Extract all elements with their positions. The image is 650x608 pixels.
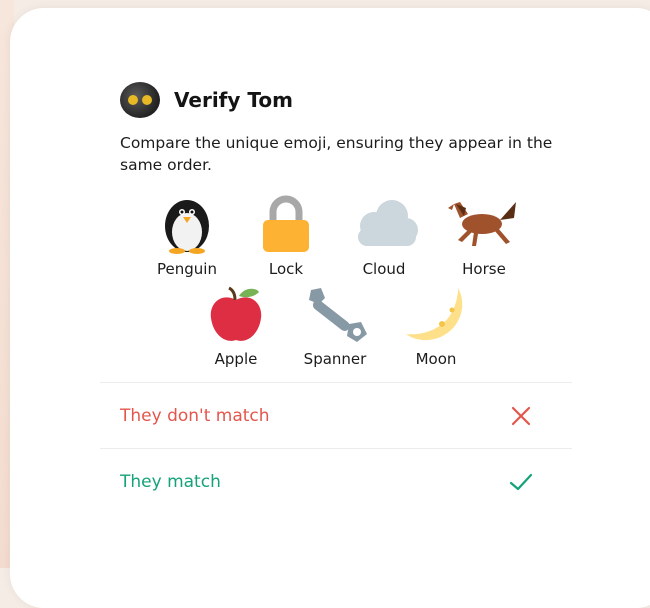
emoji-penguin: Penguin [139,194,235,278]
emoji-label: Cloud [362,260,406,278]
avatar-eye [128,95,138,105]
emoji-horse: Horse [436,194,532,278]
emoji-label: Lock [268,260,304,278]
emoji-moon: Moon [388,284,484,368]
avatar-eye [142,95,152,105]
avatar [120,82,160,118]
penguin-icon [165,200,209,254]
emoji-label: Penguin [157,260,217,278]
divider [100,382,572,383]
apple-icon [210,286,262,341]
lock-icon [263,195,309,252]
match-label: They match [120,472,221,492]
spanner-icon [309,288,367,342]
emoji-spanner: Spanner [287,284,383,368]
dont-match-button[interactable]: They don't match [100,384,572,448]
emoji-cloud: Cloud [336,194,432,278]
divider [100,448,572,449]
emoji-label: Apple [214,350,258,368]
emoji-label: Moon [415,350,457,368]
cloud-icon [358,200,418,246]
horse-icon [448,202,516,246]
dont-match-label: They don't match [120,406,270,426]
moon-icon [406,288,463,341]
match-button[interactable]: They match [100,450,572,514]
emoji-lock: Lock [238,194,334,278]
dialog-header: Verify Tom [120,82,293,118]
dialog-title: Verify Tom [174,88,293,112]
dialog-description: Compare the unique emoji, ensuring they … [120,134,553,174]
check-icon [509,473,533,491]
emoji-label: Spanner [303,350,367,368]
emoji-apple: Apple [188,284,284,368]
emoji-label: Horse [462,260,506,278]
close-icon [511,406,531,426]
